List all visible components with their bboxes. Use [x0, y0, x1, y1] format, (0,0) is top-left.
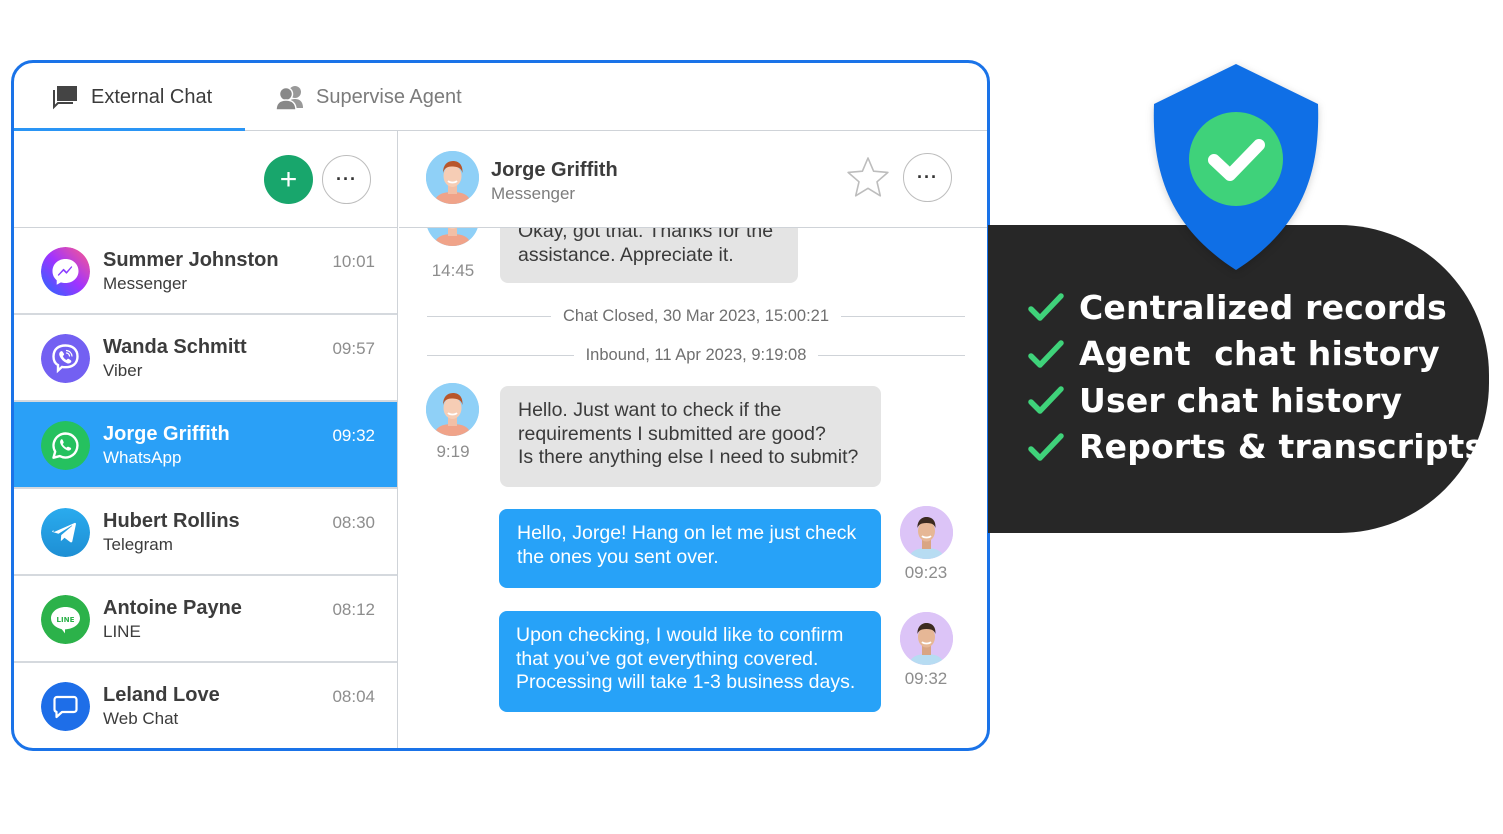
customer-avatar-image [426, 383, 479, 436]
chat-bubbles-icon [53, 86, 77, 110]
conversation-time: 09:57 [332, 339, 375, 358]
feature-list: Centralized records Agent chat history U… [1028, 284, 1484, 470]
conversation-item-selected[interactable]: Jorge Griffith WhatsApp 09:32 [14, 402, 397, 489]
feature-item: Reports & transcripts [1028, 424, 1484, 471]
message-time: 09:32 [904, 669, 948, 688]
feature-item: User chat history [1028, 377, 1484, 424]
contact-channel: Telegram [103, 535, 173, 554]
contact-channel: Web Chat [103, 709, 179, 728]
divider-text: Chat Closed, 30 Mar 2023, 15:00:21 [563, 306, 830, 325]
chat-contact-name: Jorge Griffith [491, 159, 618, 181]
chat-more-options-button[interactable]: ··· [903, 153, 952, 202]
message-line: requirements I submitted are good? [518, 422, 826, 445]
conversation-time: 08:12 [332, 600, 375, 619]
users-icon [275, 86, 303, 111]
customer-avatar-image [426, 151, 479, 204]
message-line: that you’ve got everything covered. [516, 647, 819, 670]
viber-icon [41, 334, 90, 383]
conversation-item[interactable]: Leland Love Web Chat 08:04 [14, 663, 397, 748]
chat-header: Jorge Griffith Messenger ··· [399, 131, 987, 228]
conversation-list: Summer Johnston Messenger 10:01 Wanda Sc… [14, 228, 397, 748]
contact-channel: LINE [103, 622, 141, 641]
chat-closed-divider: Chat Closed, 30 Mar 2023, 15:00:21 [427, 306, 965, 326]
agent-avatar-image [900, 506, 953, 559]
message-time: 9:19 [436, 442, 470, 461]
contact-channel: Messenger [103, 274, 188, 293]
outgoing-message: Hello, Jorge! Hang on let me just check … [499, 509, 881, 588]
line-icon: LINE [41, 595, 90, 644]
message-list: 14:45 Okay, got that. Thanks for the ass… [399, 193, 987, 748]
tab-bar: External Chat Supervise Agent [14, 63, 987, 131]
check-icon [1028, 340, 1064, 368]
chat-contact-channel: Messenger [491, 184, 576, 203]
contact-name: Hubert Rollins [103, 510, 240, 532]
message-line: Upon checking, I would like to confirm [516, 624, 844, 646]
conversation-item[interactable]: Summer Johnston Messenger 10:01 [14, 228, 397, 315]
feature-text: User chat history [1079, 380, 1403, 420]
shield-check-icon [1153, 64, 1319, 270]
conversation-item[interactable]: Wanda Schmitt Viber 09:57 [14, 315, 397, 402]
message-line: Hello. Just want to check if the [518, 399, 782, 421]
message-line: the ones you sent over. [517, 545, 719, 568]
feature-text: Agent chat history [1079, 334, 1440, 374]
ellipsis-icon: ··· [336, 169, 357, 189]
conversation-item[interactable]: LINE Antoine Payne LINE 08:12 [14, 576, 397, 663]
agent-avatar [900, 612, 953, 665]
svg-text:LINE: LINE [56, 615, 74, 624]
contact-name: Leland Love [103, 684, 220, 706]
messenger-icon [41, 247, 90, 296]
contact-name: Wanda Schmitt [103, 336, 247, 358]
outgoing-message: Upon checking, I would like to confirm t… [499, 611, 881, 712]
tab-label: Supervise Agent [316, 85, 462, 108]
agent-avatar [900, 506, 953, 559]
feature-item: Centralized records [1028, 284, 1484, 331]
check-icon [1028, 293, 1064, 321]
web-chat-icon [41, 682, 90, 731]
contact-name: Jorge Griffith [103, 423, 230, 445]
chat-app-window: External Chat Supervise Agent + ··· Summ… [11, 60, 990, 751]
customer-avatar [426, 383, 479, 436]
inbound-divider: Inbound, 11 Apr 2023, 9:19:08 [427, 345, 965, 365]
chat-pane: Jorge Griffith Messenger ··· 14:45 Okay,… [399, 131, 987, 748]
tab-external-chat[interactable]: External Chat [50, 63, 212, 131]
conversation-item[interactable]: Hubert Rollins Telegram 08:30 [14, 489, 397, 576]
contact-name: Antoine Payne [103, 597, 242, 619]
message-line: Hello, Jorge! Hang on let me just check [517, 522, 857, 544]
conversation-time: 08:30 [332, 513, 375, 532]
tab-label: External Chat [91, 85, 213, 108]
more-options-button[interactable]: ··· [322, 155, 371, 204]
message-line: Processing will take 1-3 business days. [516, 671, 856, 693]
new-chat-button[interactable]: + [264, 155, 313, 204]
check-icon [1028, 386, 1064, 414]
message-time: 14:45 [431, 261, 475, 280]
contact-channel: Viber [103, 361, 143, 380]
ellipsis-icon: ··· [917, 167, 938, 187]
tab-supervise-agent[interactable]: Supervise Agent [275, 63, 462, 131]
whatsapp-icon [41, 421, 90, 470]
message-time: 09:23 [904, 563, 948, 582]
agent-avatar-image [900, 612, 953, 665]
message-line: Is there anything else I need to submit? [518, 446, 859, 468]
incoming-message: Hello. Just want to check if the require… [500, 386, 881, 487]
feature-item: Agent chat history [1028, 331, 1484, 378]
check-icon [1028, 433, 1064, 461]
contact-avatar[interactable] [426, 151, 479, 204]
star-icon[interactable] [845, 155, 891, 201]
contact-channel: WhatsApp [103, 448, 182, 467]
contact-name: Summer Johnston [103, 249, 279, 271]
telegram-icon [41, 508, 90, 557]
feature-text: Centralized records [1079, 287, 1447, 327]
divider-text: Inbound, 11 Apr 2023, 9:19:08 [585, 345, 807, 364]
conversation-panel: + ··· Summer Johnston Messenger 10:01 Wa… [14, 131, 398, 748]
plus-icon: + [279, 162, 298, 196]
conversation-toolbar: + ··· [14, 131, 397, 228]
conversation-time: 10:01 [332, 252, 375, 271]
conversation-time: 09:32 [332, 426, 375, 445]
feature-text: Reports & transcripts [1079, 427, 1485, 467]
conversation-time: 08:04 [332, 687, 375, 706]
